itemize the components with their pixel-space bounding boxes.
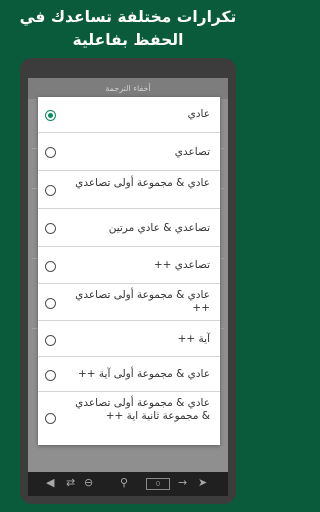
option-ascending-plus[interactable]: تصاعدي ++	[38, 248, 220, 284]
radio-button[interactable]	[45, 223, 56, 234]
option-label: عادي & مجموعة أولى تصاعدي	[75, 177, 210, 189]
option-normal[interactable]: عادي	[38, 97, 220, 133]
option-label: تصاعدي ++	[153, 259, 210, 271]
option-divider	[38, 132, 220, 133]
option-normal-first-group-ascending-plus[interactable]: عادي & مجموعة أولى تصاعدي ++	[38, 285, 220, 321]
option-divider	[38, 208, 220, 209]
option-label: تصاعدي	[174, 146, 210, 158]
option-divider	[38, 246, 220, 247]
radio-button[interactable]	[45, 147, 56, 158]
radio-button-selected[interactable]	[45, 110, 56, 121]
radio-button[interactable]	[45, 261, 56, 272]
option-normal-first-group-ascending[interactable]: عادي & مجموعة أولى تصاعدي	[38, 172, 220, 209]
option-label: عادي & مجموعة أولى تصاعدي & مجموعة ثانية…	[75, 397, 210, 422]
send-icon[interactable]: ➤	[198, 476, 207, 490]
option-normal-first-ascending-second-verse-plus[interactable]: عادي & مجموعة أولى تصاعدي & مجموعة ثانية…	[38, 393, 220, 445]
option-ascending-normal-twice[interactable]: تصاعدي & عادي مرتين	[38, 210, 220, 247]
option-label: عادي & مجموعة أولى تصاعدي ++	[75, 289, 210, 314]
option-divider	[38, 170, 220, 171]
radio-button[interactable]	[45, 413, 56, 424]
promo-headline: تكرارات مختلفة تساعدك في الحفظ بفاعلية	[19, 8, 237, 49]
option-divider	[38, 320, 220, 321]
option-normal-first-group-verse-plus[interactable]: عادي & مجموعة أولى آية ++	[38, 358, 220, 392]
option-verse-plus[interactable]: آية ++	[38, 322, 220, 357]
repetition-mode-dialog: عادي تصاعدي عادي & مجموعة أولى تصاعدي تص…	[38, 97, 220, 445]
option-label: عادي & مجموعة أولى آية ++	[77, 368, 210, 380]
option-label: آية ++	[177, 333, 210, 345]
minus-circle-icon[interactable]: ⊖	[84, 476, 93, 490]
option-label: عادي	[187, 108, 210, 120]
radio-button[interactable]	[45, 298, 56, 309]
radio-button[interactable]	[45, 370, 56, 381]
app-bar: أخفاء الترجمة	[28, 78, 228, 99]
option-label: تصاعدي & عادي مرتين	[108, 222, 210, 234]
option-divider	[38, 391, 220, 392]
radio-button[interactable]	[45, 335, 56, 346]
forward-arrow-icon[interactable]: →	[178, 476, 187, 490]
radio-button[interactable]	[45, 185, 56, 196]
option-ascending[interactable]: تصاعدي	[38, 134, 220, 171]
repeat-icon[interactable]: ⇄	[66, 476, 75, 490]
option-divider	[38, 356, 220, 357]
search-icon[interactable]: ⚲	[120, 476, 128, 490]
bottom-toolbar: ◀ ⇄ ⊖ ⚲ 0 → ➤	[28, 472, 228, 496]
page-counter: 0	[146, 478, 170, 490]
option-divider	[38, 283, 220, 284]
volume-icon[interactable]: ◀	[46, 476, 54, 490]
